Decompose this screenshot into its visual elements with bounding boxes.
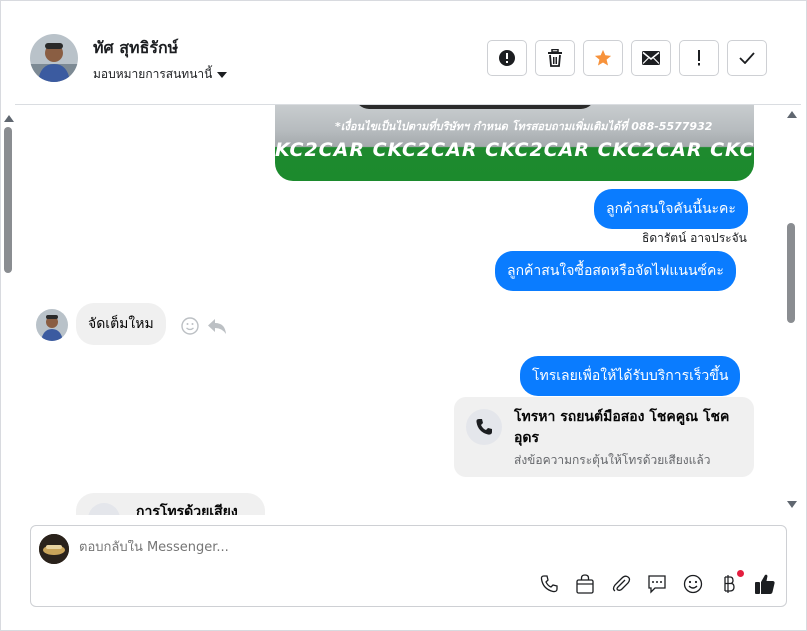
assign-label: มอบหมายการสนทนานี้ xyxy=(93,67,213,81)
emoji-icon xyxy=(683,574,702,594)
contact-avatar-small[interactable] xyxy=(36,309,68,341)
scroll-down-arrow-icon[interactable] xyxy=(787,501,797,508)
call-button[interactable] xyxy=(537,572,560,596)
check-icon xyxy=(739,52,755,64)
call-card-subtitle: ส่งข้อความกระตุ้นให้โทรด้วยเสียงแล้ว xyxy=(514,453,711,467)
saved-reply-icon xyxy=(647,575,666,594)
car-image xyxy=(355,105,595,109)
outgoing-message[interactable]: ลูกค้าสนใจคันนี้นะคะ xyxy=(594,189,748,229)
voice-call-icon xyxy=(88,503,120,515)
thread-scrollbar[interactable] xyxy=(785,105,799,515)
like-button[interactable] xyxy=(753,572,776,596)
react-emoji-icon[interactable] xyxy=(181,317,199,335)
conversation-panel: ทัศ สุทธิรักษ์ มอบหมายการสนทนานี้ *เงื่อ… xyxy=(0,0,807,631)
alert-circle-icon xyxy=(499,50,515,66)
saved-replies-button[interactable] xyxy=(645,572,668,596)
assign-conversation-dropdown[interactable]: มอบหมายการสนทนานี้ xyxy=(93,65,228,84)
spam-button[interactable] xyxy=(487,40,527,76)
phone-icon xyxy=(476,419,492,435)
notification-dot xyxy=(737,570,744,577)
star-button[interactable] xyxy=(583,40,623,76)
image-band-text: KC2CAR CKC2CAR CKC2CAR CKC2CAR CKC2CAR C… xyxy=(275,139,754,161)
scroll-up-arrow-icon[interactable] xyxy=(4,115,14,122)
scrollbar-thumb[interactable] xyxy=(4,127,12,273)
emoji-button[interactable] xyxy=(681,572,704,596)
payment-button[interactable] xyxy=(717,570,744,596)
page-avatar xyxy=(39,534,69,564)
partial-message[interactable]: การโทรด้วยเสียง xyxy=(76,493,265,515)
mark-unread-button[interactable] xyxy=(631,40,671,76)
call-card-title: โทรหา รถยนต์มือสอง โชคคูณ โชค อุดร xyxy=(514,409,730,446)
sender-label: ธิดารัตน์ อาจประจัน xyxy=(642,231,747,245)
outer-scrollbar[interactable] xyxy=(3,113,14,505)
reply-arrow-icon[interactable] xyxy=(207,317,227,335)
follow-up-button[interactable] xyxy=(679,40,719,76)
outgoing-message[interactable]: ลูกค้าสนใจซื้อสดหรือจัดไฟแนนซ์คะ xyxy=(495,251,736,291)
conversation-header: ทัศ สุทธิรักษ์ มอบหมายการสนทนานี้ xyxy=(15,11,801,105)
shopping-bag-icon xyxy=(575,574,594,594)
message-tools xyxy=(181,317,227,335)
message-thread: *เงื่อนไขเป็นไปตามที่บริษัทฯ กำหนด โทรสอ… xyxy=(15,105,786,515)
phone-icon xyxy=(540,575,558,593)
baht-icon xyxy=(723,575,735,593)
attach-button[interactable] xyxy=(609,572,632,596)
envelope-icon xyxy=(642,51,660,65)
exclamation-icon xyxy=(698,50,700,66)
contact-name: ทัศ สุทธิรักษ์ xyxy=(93,38,179,57)
contact-avatar[interactable] xyxy=(30,34,78,82)
header-actions xyxy=(487,40,767,76)
chevron-down-icon xyxy=(217,71,228,78)
reply-composer xyxy=(30,525,787,607)
reply-input[interactable] xyxy=(79,540,679,555)
shop-button[interactable] xyxy=(573,572,596,596)
incoming-message[interactable]: จัดเต็มใหม xyxy=(76,303,166,345)
call-request-card[interactable]: โทรหา รถยนต์มือสอง โชคคูณ โชค อุดร ส่งข้… xyxy=(454,397,754,477)
composer-toolbar xyxy=(537,570,776,596)
scrollbar-thumb[interactable] xyxy=(787,223,795,323)
image-promo-text: *เงื่อนไขเป็นไปตามที่บริษัทฯ กำหนด โทรสอ… xyxy=(335,120,713,133)
mark-done-button[interactable] xyxy=(727,40,767,76)
paperclip-icon xyxy=(612,575,630,592)
delete-button[interactable] xyxy=(535,40,575,76)
scroll-up-arrow-icon[interactable] xyxy=(787,111,797,118)
call-icon-circle xyxy=(466,409,502,445)
image-message[interactable]: *เงื่อนไขเป็นไปตามที่บริษัทฯ กำหนด โทรสอ… xyxy=(275,105,754,181)
trash-icon xyxy=(548,49,562,67)
outgoing-message[interactable]: โทรเลยเพื่อให้ได้รับบริการเร็วขึ้น xyxy=(520,356,741,396)
thumbs-up-icon xyxy=(754,574,775,594)
partial-message-text: การโทรด้วยเสียง xyxy=(136,504,238,515)
star-icon xyxy=(594,49,612,66)
